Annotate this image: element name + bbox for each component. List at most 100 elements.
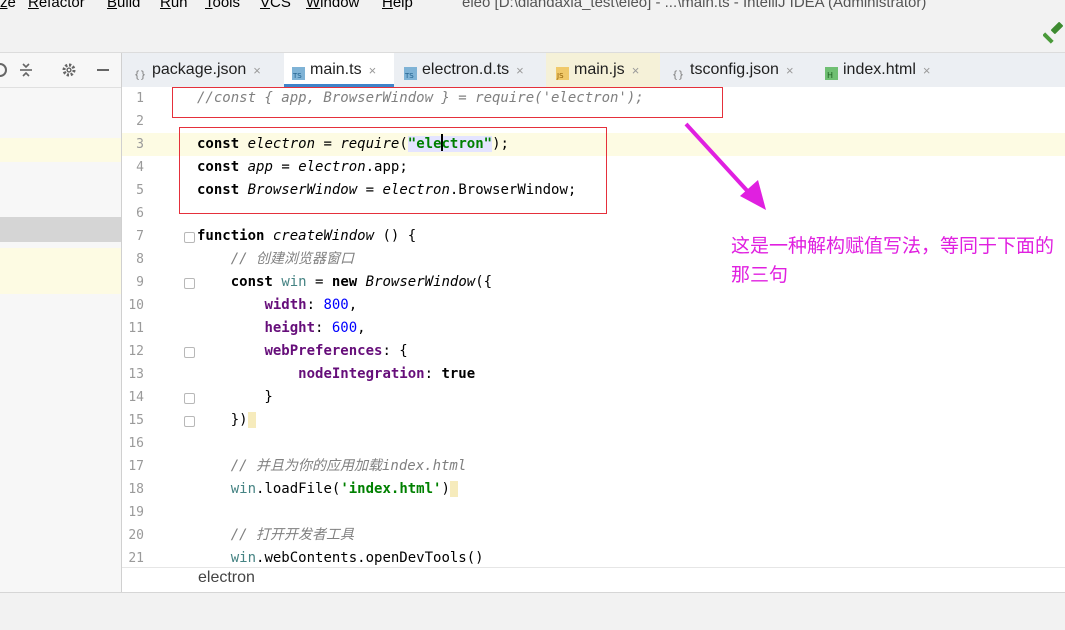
menu-window[interactable]: Window bbox=[306, 0, 359, 11]
code-text: const win = new BrowserWindow({ bbox=[230, 274, 493, 290]
code-line: 10 width: 800, bbox=[122, 294, 1065, 317]
tab-electron-d-ts[interactable]: TS electron.d.ts × bbox=[394, 53, 546, 87]
tab-package-json[interactable]: {} package.json × bbox=[134, 53, 284, 87]
ts-file-icon: TS bbox=[404, 66, 417, 80]
fold-marker-icon[interactable] bbox=[184, 416, 195, 427]
line-number: 2 bbox=[136, 114, 144, 129]
line-number: 17 bbox=[128, 459, 144, 474]
code-text: width: 800, bbox=[264, 297, 358, 313]
code-text: } bbox=[197, 389, 273, 405]
js-file-icon: JS bbox=[556, 66, 569, 80]
minimize-icon[interactable] bbox=[95, 62, 111, 78]
line-number: 11 bbox=[128, 321, 144, 336]
highlight-box-destructuring bbox=[172, 87, 723, 118]
code-line: 20 // 打开开发者工具 bbox=[122, 524, 1065, 547]
code-text: webPreferences: { bbox=[264, 343, 408, 359]
breadcrumb-item[interactable]: electron bbox=[198, 569, 255, 587]
line-number: 12 bbox=[128, 344, 144, 359]
menu-refactor[interactable]: Refactor bbox=[28, 0, 85, 11]
code-text: // 打开开发者工具 bbox=[197, 527, 355, 543]
line-number: 21 bbox=[128, 551, 144, 566]
toolbar bbox=[0, 12, 1065, 53]
close-icon[interactable]: × bbox=[786, 63, 794, 78]
code-text: win.loadFile('index.html') bbox=[197, 478, 459, 501]
tab-label: index.html bbox=[843, 61, 916, 78]
tab-main-js[interactable]: JS main.js × bbox=[546, 53, 660, 87]
line-number: 13 bbox=[128, 367, 144, 382]
code-text: win.webContents.openDevTools() bbox=[230, 550, 484, 566]
code-line: 18 win.loadFile('index.html') bbox=[122, 478, 1065, 501]
project-tree-row-selected[interactable] bbox=[0, 217, 121, 242]
code-text: nodeIntegration: true bbox=[298, 366, 476, 382]
line-number: 19 bbox=[128, 505, 144, 520]
menu-help[interactable]: Help bbox=[382, 0, 413, 11]
line-number: 4 bbox=[136, 160, 144, 175]
menu-bar: ze Refactor Build Run Tools VCS Window H… bbox=[0, 0, 1065, 12]
line-number: 18 bbox=[128, 482, 144, 497]
close-icon[interactable]: × bbox=[516, 63, 524, 78]
highlight-box-three-lines bbox=[179, 127, 607, 214]
code-line: 21 win.webContents.openDevTools() bbox=[122, 547, 1065, 567]
fold-marker-icon[interactable] bbox=[184, 278, 195, 289]
line-number: 14 bbox=[128, 390, 144, 405]
code-text: }) bbox=[197, 409, 257, 432]
gear-icon[interactable] bbox=[61, 62, 77, 78]
code-line: 11 height: 600, bbox=[122, 317, 1065, 340]
ts-file-icon: TS bbox=[292, 66, 305, 80]
code-line: 14 } bbox=[122, 386, 1065, 409]
line-number: 1 bbox=[136, 91, 144, 106]
tab-label: main.js bbox=[574, 61, 625, 78]
annotation-text: 这是一种解构赋值写法，等同于下面的那三句 bbox=[731, 236, 1055, 286]
line-number: 15 bbox=[128, 413, 144, 428]
close-icon[interactable]: × bbox=[923, 63, 931, 78]
annotation-arrow-icon bbox=[684, 122, 766, 210]
code-line: 19 bbox=[122, 501, 1065, 524]
breadcrumb: electron bbox=[122, 567, 1065, 593]
line-number: 6 bbox=[136, 206, 144, 221]
tab-label: package.json bbox=[152, 61, 247, 78]
tab-index-html[interactable]: H index.html × bbox=[815, 53, 955, 87]
fold-marker-icon[interactable] bbox=[184, 347, 195, 358]
json-file-icon: {} bbox=[672, 70, 684, 80]
svg-text:JS: JS bbox=[556, 72, 564, 80]
line-number: 10 bbox=[128, 298, 144, 313]
svg-text:{}: {} bbox=[134, 70, 146, 80]
editor-tab-bar: {} package.json × TS main.ts × TS electr… bbox=[122, 53, 1065, 88]
code-line: 17 // 并且为你的应用加载index.html bbox=[122, 455, 1065, 478]
tab-label: electron.d.ts bbox=[422, 61, 510, 78]
svg-text:TS: TS bbox=[292, 72, 302, 80]
close-icon[interactable]: × bbox=[369, 63, 377, 78]
close-icon[interactable]: × bbox=[253, 63, 261, 78]
tab-label: main.ts bbox=[310, 61, 362, 78]
json-file-icon: {} bbox=[134, 70, 146, 80]
window-title: eleo [D:\diandaxia_test\eleo] - ...\main… bbox=[462, 0, 927, 11]
fold-marker-icon[interactable] bbox=[184, 393, 195, 404]
code-line: 13 nodeIntegration: true bbox=[122, 363, 1065, 386]
collapse-all-icon[interactable] bbox=[18, 62, 34, 78]
line-number: 7 bbox=[136, 229, 144, 244]
line-number: 9 bbox=[136, 275, 144, 290]
svg-text:{}: {} bbox=[672, 70, 684, 80]
line-number: 16 bbox=[128, 436, 144, 451]
menu-run[interactable]: Run bbox=[160, 0, 188, 11]
project-tree-row-current[interactable] bbox=[0, 138, 121, 162]
code-line: 16 bbox=[122, 432, 1065, 455]
svg-text:H: H bbox=[827, 71, 833, 80]
project-tree-row-highlight[interactable] bbox=[0, 248, 121, 294]
settings-circle-icon[interactable] bbox=[0, 62, 8, 78]
html-file-icon: H bbox=[825, 66, 838, 80]
menu-vcs[interactable]: VCS bbox=[260, 0, 291, 11]
menu-tools[interactable]: Tools bbox=[205, 0, 240, 11]
close-icon[interactable]: × bbox=[632, 63, 640, 78]
fold-marker-icon[interactable] bbox=[184, 232, 195, 243]
line-number: 3 bbox=[136, 137, 144, 152]
code-line: 15 }) bbox=[122, 409, 1065, 432]
tab-main-ts[interactable]: TS main.ts × bbox=[284, 53, 394, 87]
tab-tsconfig-json[interactable]: {} tsconfig.json × bbox=[660, 53, 815, 87]
status-bar bbox=[0, 592, 1065, 630]
menu-code[interactable]: ze bbox=[0, 0, 16, 11]
project-panel bbox=[0, 53, 122, 592]
code-text: // 创建浏览器窗口 bbox=[197, 251, 355, 267]
menu-build[interactable]: Build bbox=[107, 0, 140, 11]
hammer-icon[interactable] bbox=[1043, 22, 1065, 44]
